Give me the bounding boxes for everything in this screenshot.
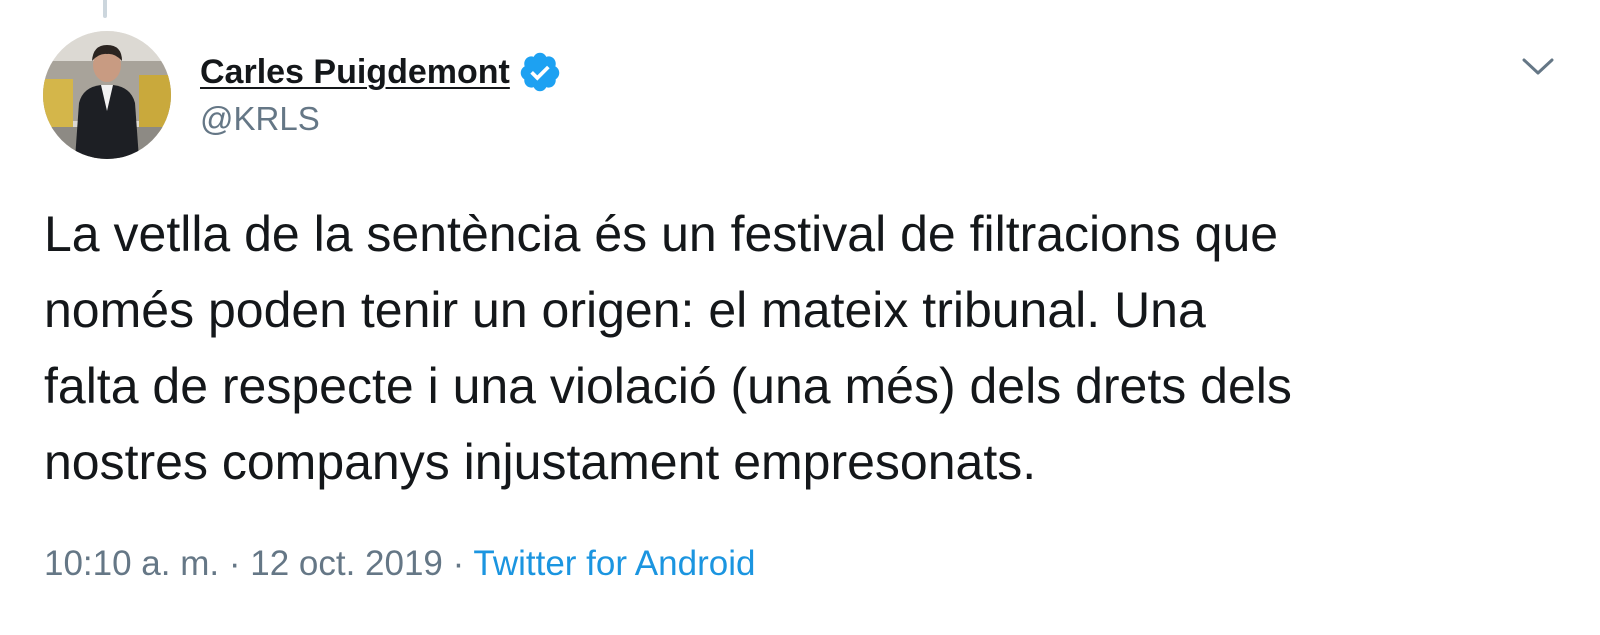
tweet-text-line: només poden tenir un origen: el mateix t… [44,282,1206,338]
author-handle[interactable]: @KRLS [200,100,320,138]
tweet-text-line: La vetlla de la sentència és un festival… [44,206,1279,262]
author-display-name[interactable]: Carles Puigdemont [200,53,510,92]
avatar[interactable] [43,31,171,159]
tweet-time[interactable]: 10:10 a. m. [44,544,219,583]
tweet-text-line: nostres companys injustament empresonats… [44,434,1037,490]
tweet-text: La vetlla de la sentència és un festival… [44,196,1574,500]
thread-connector-line [103,0,107,18]
tweet-source-link[interactable]: Twitter for Android [473,544,755,583]
tweet-date[interactable]: 12 oct. 2019 [250,544,443,583]
verified-badge-icon [518,50,562,94]
separator-dot: · [228,544,241,583]
chevron-down-icon[interactable] [1520,52,1556,80]
separator-dot: · [452,544,465,583]
tweet-metadata: 10:10 a. m. · 12 oct. 2019 · Twitter for… [44,544,755,584]
author-name-row: Carles Puigdemont [200,48,562,96]
tweet-text-line: falta de respecte i una violació (una mé… [44,358,1292,414]
